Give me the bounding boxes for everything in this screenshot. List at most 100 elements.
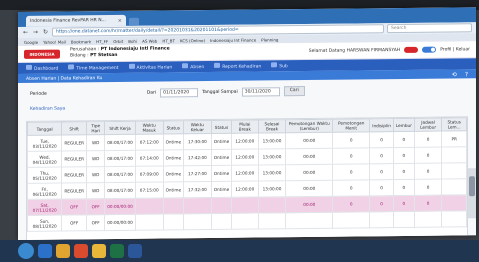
table-cell: 0: [414, 195, 442, 212]
table-cell: [183, 213, 212, 230]
report-icon: [214, 62, 221, 68]
mode-toggle[interactable]: [422, 46, 437, 53]
table-cell: Ontime: [211, 149, 232, 166]
table-cell: [414, 211, 442, 228]
column-header: Status: [211, 120, 232, 134]
column-header: Status: [163, 120, 184, 134]
bookmark-item[interactable]: KCS (Online): [180, 38, 205, 43]
bookmark-item[interactable]: HT_BT: [162, 38, 175, 43]
browser-tab[interactable]: Indonesia Finance RevPAR HR N... ×: [26, 14, 126, 27]
welcome-text: Selamat Datang HARSWAN FIRMANSYAH: [308, 47, 401, 54]
start-button[interactable]: [18, 243, 34, 259]
table-cell: 0: [332, 147, 370, 165]
table-cell: 0: [332, 163, 370, 181]
language-toggle[interactable]: [404, 46, 419, 53]
table-cell: 0: [393, 179, 415, 196]
help-icon[interactable]: ?: [465, 71, 468, 78]
entity-select[interactable]: PT Stetsan: [90, 53, 117, 58]
table-cell: 00:00/00:00: [104, 198, 136, 215]
column-header: Jadwal Lembur: [414, 118, 442, 132]
search-button[interactable]: Cari: [283, 85, 305, 97]
folder-icon[interactable]: [56, 244, 70, 258]
new-tab-button[interactable]: [129, 17, 139, 26]
menu-item-activity[interactable]: Aktivitas Harian: [128, 63, 172, 71]
column-header: Selesai Break: [258, 119, 286, 133]
table-cell: 00:00/00:00: [104, 214, 136, 231]
browser-window: Indonesia Finance RevPAR HR N... × ← → ↻…: [18, 7, 476, 241]
table-cell: 08:00/17:00: [104, 182, 136, 199]
table-cell: 12:00:00: [231, 164, 258, 182]
entity-label: Bidang: [70, 53, 86, 59]
table-cell: 08:00/17:00: [104, 134, 136, 151]
table-cell: 0: [369, 195, 394, 212]
table-cell: PR: [441, 130, 467, 148]
tab-close-icon[interactable]: ×: [118, 17, 122, 23]
windows-taskbar: [0, 240, 479, 262]
table-cell: 12:00:00: [231, 180, 258, 198]
table-cell: OFF: [61, 198, 87, 216]
clock-icon: [68, 64, 75, 70]
table-cell: Ontime: [163, 133, 184, 150]
bookmark-item[interactable]: HT_FF: [96, 39, 108, 44]
bookmark-item[interactable]: Google: [24, 39, 38, 44]
forward-icon[interactable]: →: [32, 29, 39, 36]
bookmark-item[interactable]: Yahoo! Mail: [43, 39, 66, 44]
table-cell: 17:30:00: [183, 133, 212, 150]
table-cell: 07:09:00: [135, 165, 164, 183]
table-cell: [163, 213, 184, 230]
table-cell: WD: [86, 134, 105, 151]
table-row[interactable]: Sun, 08/11/2020 OFF OFF 00:00/00:00: [27, 210, 467, 232]
table-cell: [393, 211, 415, 228]
table-cell: 0: [414, 147, 442, 164]
table-cell: 17:27:00: [183, 165, 212, 182]
bookmark-item[interactable]: Planning: [261, 37, 278, 42]
bookmark-item[interactable]: Orbit: [113, 38, 123, 43]
date-to-input[interactable]: 30/11/2020: [241, 86, 280, 97]
column-header: Shift: [61, 121, 87, 136]
table-cell: Wed, 04/11/2020: [27, 151, 62, 168]
bookmark-item[interactable]: AS Web: [142, 38, 157, 43]
menu-item-report[interactable]: Report Kehadiran: [214, 62, 261, 70]
table-cell: Sat, 07/11/2020: [27, 199, 62, 216]
bookmark-item[interactable]: Bookmark: [71, 39, 91, 44]
column-header: Mulai Break: [231, 119, 258, 134]
table-cell: REGULER: [61, 166, 87, 184]
media-player-icon[interactable]: [74, 244, 88, 258]
word-icon[interactable]: [128, 244, 142, 258]
table-cell: 13:00:00: [258, 164, 286, 181]
profile-logout-link[interactable]: Profil | Keluar: [440, 47, 470, 52]
ie-icon[interactable]: [38, 244, 52, 258]
browser-search-input[interactable]: Search: [387, 23, 472, 34]
table-cell: 0: [393, 195, 415, 212]
page-scrollbar[interactable]: [468, 168, 476, 219]
table-cell: 0: [332, 179, 370, 197]
page-content: Periode Dari 01/11/2020 Tanggal Sampai 3…: [18, 78, 476, 241]
table-cell: 00:00: [285, 148, 333, 165]
chrome-icon[interactable]: [92, 244, 106, 258]
table-cell: [441, 194, 467, 212]
back-icon[interactable]: ←: [22, 29, 29, 36]
company-select[interactable]: PT Indonesiaju Intl Finance: [101, 46, 170, 52]
bookmark-item[interactable]: Bohi: [128, 38, 137, 43]
table-cell: 00:00: [285, 164, 333, 181]
table-cell: 12:00:00: [231, 132, 258, 150]
column-header: Indisiplin: [369, 118, 394, 132]
excel-icon[interactable]: [110, 244, 124, 258]
company-logo[interactable]: INDONESIA: [24, 49, 60, 59]
table-cell: OFF: [61, 214, 87, 232]
scrollbar-thumb[interactable]: [469, 176, 475, 197]
menu-item-dashboard[interactable]: Dashboard: [26, 64, 58, 72]
bookmark-item[interactable]: Indonesiaju Int Finance: [210, 37, 256, 42]
date-from-input[interactable]: 01/11/2020: [160, 87, 199, 98]
menu-item-time[interactable]: Time Management: [68, 64, 119, 72]
table-cell: REGULER: [61, 134, 87, 152]
menu-item-absen[interactable]: Absen: [182, 63, 204, 70]
reload-icon[interactable]: ↻: [42, 29, 49, 36]
calendar-icon: [128, 63, 135, 69]
table-cell: [211, 213, 232, 230]
table-cell: [163, 197, 184, 214]
menu-item-sub[interactable]: Sub: [271, 62, 288, 69]
refresh-icon[interactable]: ⟲: [452, 71, 457, 78]
page-breadcrumb: Absen Harian | Data Kehadiran Ku: [26, 75, 103, 82]
column-header: Lembur: [393, 118, 415, 132]
